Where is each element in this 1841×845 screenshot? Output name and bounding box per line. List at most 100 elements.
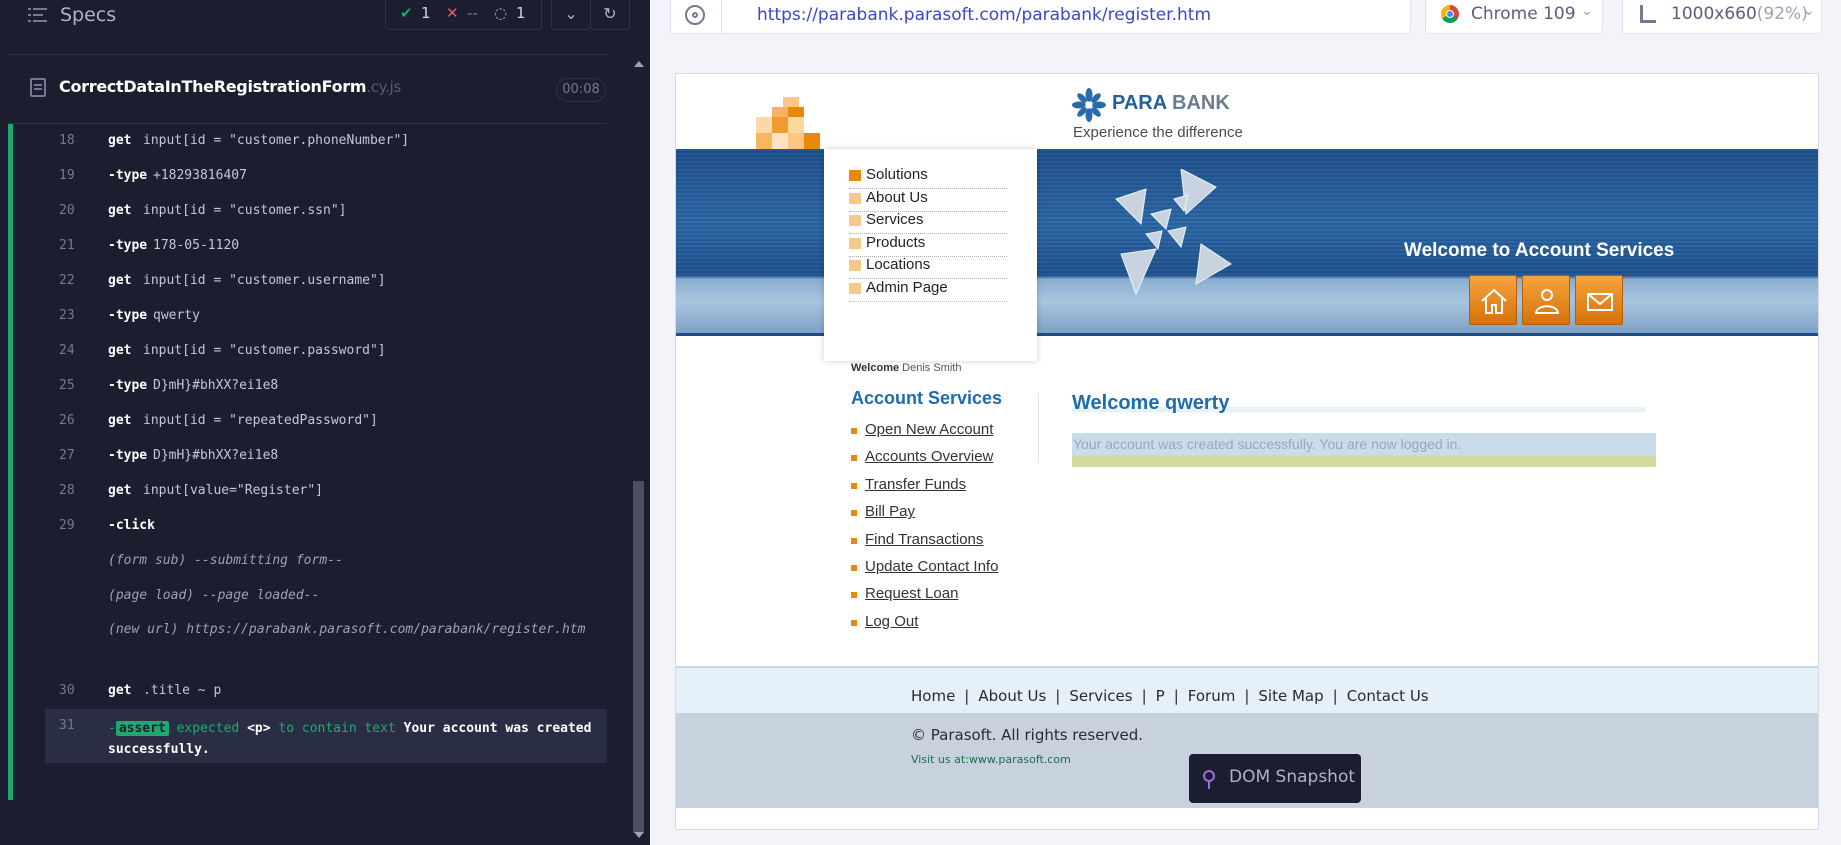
bullet-icon [849, 215, 861, 226]
log-row-27[interactable]: 27 -type D}mH}#bhXX?ei1e8 [45, 439, 607, 474]
footer-separator: | [964, 687, 970, 705]
scroll-up-icon[interactable] [634, 61, 644, 67]
scroll-down-icon[interactable] [634, 832, 644, 838]
home-button[interactable] [1469, 275, 1517, 325]
divider [8, 54, 607, 55]
line-number: 30 [59, 683, 75, 698]
footer-link[interactable]: P [1156, 687, 1165, 705]
footer-links: Home | About Us | Services | P | Forum | Site Map |… [911, 687, 1429, 705]
specs-list-icon[interactable] [28, 7, 47, 23]
home-icon [1481, 288, 1507, 314]
footer-link[interactable]: Site Map [1258, 687, 1323, 705]
bank-logo-text[interactable]: PARA BANK [1112, 92, 1230, 115]
chevron-down-icon: ⌄ [1803, 3, 1815, 19]
line-number: 28 [59, 483, 75, 498]
command-arg: input[id = "customer.username"] [143, 273, 386, 288]
welcome-user: Welcome Denis Smith [851, 362, 961, 374]
log-event-page-load[interactable]: (page load) --page loaded-- [45, 579, 607, 614]
footer-separator: | [1173, 687, 1179, 705]
log-row-25[interactable]: 25 -type D}mH}#bhXX?ei1e8 [45, 369, 607, 404]
log-row-18[interactable]: 18 get input[id = "customer.phoneNumber"] [45, 124, 607, 159]
command-name: -type [108, 378, 148, 393]
assert-tag: <p> [247, 721, 271, 736]
specs-title[interactable]: Specs [60, 4, 116, 26]
nav-item-admin-page[interactable]: Admin Page [849, 276, 1007, 302]
footer-links-bar: Home | About Us | Services | P | Forum | Site Map |… [676, 668, 1818, 713]
log-row-22[interactable]: 22 get input[id = "customer.username"] [45, 264, 607, 299]
command-name: get [108, 133, 132, 148]
selector-playground-icon[interactable] [685, 5, 705, 25]
chevron-down-button[interactable]: ⌄ [551, 0, 591, 30]
footer-link[interactable]: Services [1069, 687, 1132, 705]
line-number: 18 [59, 133, 75, 148]
about-button[interactable] [1522, 275, 1570, 325]
log-scrollbar[interactable] [630, 54, 647, 845]
command-arg: input[id = "customer.password"] [143, 343, 386, 358]
url-text[interactable]: https://parabank.parasoft.com/parabank/r… [757, 5, 1211, 25]
command-name: get [108, 203, 132, 218]
log-row-26[interactable]: 26 get input[id = "repeatedPassword"] [45, 404, 607, 439]
bullet-icon [849, 170, 861, 181]
log-row-29[interactable]: 29 -click [45, 509, 607, 544]
account-link-label: Update Contact Info [865, 557, 999, 575]
nav-item-label: Admin Page [866, 278, 948, 296]
nav-item-label: Products [866, 233, 926, 251]
command-log: 18 get input[id = "customer.phoneNumber"] 1… [45, 124, 607, 763]
bullet-icon [851, 619, 857, 626]
visit-link[interactable]: Visit us at:www.parasoft.com [911, 753, 1071, 766]
bullet-icon [851, 537, 857, 544]
command-arg: input[id = "customer.ssn"] [143, 203, 347, 218]
log-row-31-assert[interactable]: 31 - assert expected <p> to contain text … [45, 709, 607, 763]
account-link-label: Log Out [865, 612, 919, 630]
parabank-logo-icon [1072, 88, 1106, 122]
log-row-20[interactable]: 20 get input[id = "customer.ssn"] [45, 194, 607, 229]
account-link-label: Request Loan [865, 585, 959, 603]
event-text: (page load) --page loaded-- [108, 588, 320, 603]
line-number: 29 [59, 518, 75, 533]
copyright-text: © Parasoft. All rights reserved. [911, 726, 1143, 744]
banner-welcome-title: Welcome to Account Services [1404, 240, 1675, 261]
url-bar[interactable]: https://parabank.parasoft.com/parabank/r… [670, 0, 1411, 34]
check-icon: ✔ [400, 4, 413, 22]
decorative-blocks [756, 97, 826, 149]
command-arg: input[id = "repeatedPassword"] [143, 413, 378, 428]
footer-link[interactable]: Contact Us [1347, 687, 1429, 705]
assert-pre: expected [176, 721, 240, 736]
scrollbar-thumb[interactable] [633, 481, 644, 833]
passed-count: 1 [421, 4, 431, 22]
line-number: 26 [59, 413, 75, 428]
line-number: 21 [59, 238, 75, 253]
footer-link[interactable]: About Us [978, 687, 1046, 705]
contact-button[interactable] [1575, 275, 1623, 325]
footer-separator: | [1244, 687, 1250, 705]
log-row-19[interactable]: 19 -type +18293816407 [45, 159, 607, 194]
line-number: 23 [59, 308, 75, 323]
reload-button[interactable]: ↻ [590, 0, 630, 30]
bullet-icon [851, 510, 857, 517]
command-arg: 178-05-1120 [153, 238, 240, 253]
pending-icon: ◌ [494, 4, 508, 22]
log-event-new-url[interactable]: (new url) https://parabank.parasoft.com/… [45, 614, 607, 674]
bullet-icon [849, 260, 861, 271]
log-row-30[interactable]: 30 get .title ~ p [45, 674, 607, 709]
account-link-label: Accounts Overview [865, 448, 994, 466]
log-event-form-sub[interactable]: (form sub) --submitting form-- [45, 544, 607, 579]
ruler-icon [1640, 5, 1656, 23]
spec-file-header[interactable]: CorrectDataInTheRegistrationForm.cy.js 0… [8, 62, 607, 120]
bullet-icon [851, 428, 857, 434]
footer-link[interactable]: Forum [1188, 687, 1236, 705]
command-name: -type [108, 238, 148, 253]
log-row-24[interactable]: 24 get input[id = "customer.password"] [45, 334, 607, 369]
spec-file-ext: .cy.js [366, 78, 401, 96]
chevron-down-icon: ⌄ [1581, 3, 1593, 19]
log-row-28[interactable]: 28 get input[value="Register"] [45, 474, 607, 509]
viewport-size: 1000x660 [1671, 4, 1757, 24]
command-arg: +18293816407 [153, 168, 247, 183]
log-row-23[interactable]: 23 -type qwerty [45, 299, 607, 334]
log-row-21[interactable]: 21 -type 178-05-1120 [45, 229, 607, 264]
footer-link[interactable]: Home [911, 687, 955, 705]
bank-name-part1: PARA [1112, 92, 1167, 114]
browser-selector[interactable]: Chrome 109 ⌄ [1425, 0, 1603, 34]
viewport-info[interactable]: 1000x660(92%) ⌄ [1622, 0, 1822, 34]
failed-count: -- [467, 4, 478, 22]
